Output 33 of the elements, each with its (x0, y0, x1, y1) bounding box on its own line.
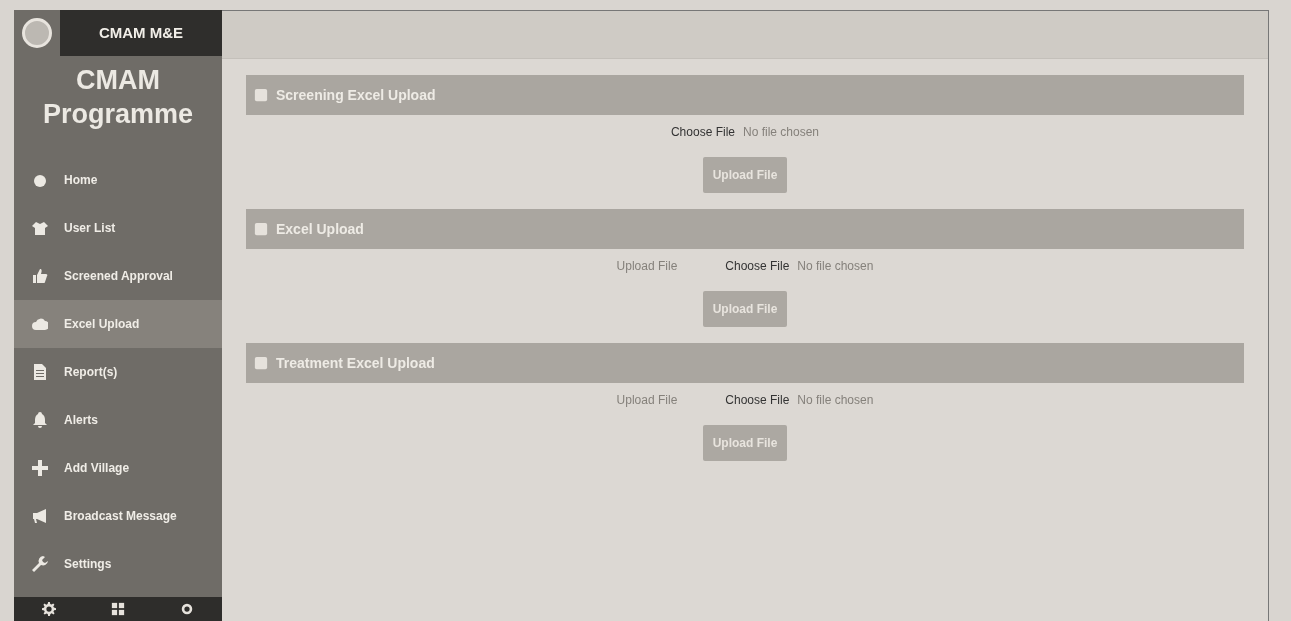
plus-icon (32, 459, 48, 476)
document-icon (32, 363, 48, 380)
sidebar-item[interactable]: Add Village (14, 443, 222, 492)
logo-icon (22, 18, 52, 48)
field-label: Upload File (616, 258, 678, 275)
choose-file-button[interactable]: Choose File (725, 391, 790, 409)
sidebar-item[interactable]: Alerts (14, 395, 222, 444)
panel-heading: Screening Excel Upload (246, 75, 1244, 115)
thumbs-up-icon (32, 267, 48, 284)
file-status: No file chosen (797, 392, 874, 409)
wrench-icon (32, 555, 48, 572)
sidebar-item[interactable]: Broadcast Message (14, 491, 222, 540)
settings-icon[interactable] (41, 602, 56, 616)
sidebar-item[interactable]: Screened Approval (14, 251, 222, 300)
sidebar-item[interactable]: User List (14, 203, 222, 252)
sidebar-item[interactable]: Report(s) (14, 347, 222, 396)
panel-heading: Excel Upload (246, 209, 1244, 249)
bell-icon (32, 411, 48, 428)
shirt-icon (32, 219, 48, 236)
sidebar-item[interactable]: Settings (14, 539, 222, 588)
megaphone-icon (32, 507, 48, 524)
file-status: No file chosen (797, 258, 874, 275)
sidebar-item[interactable]: Excel Upload (14, 299, 222, 348)
choose-file-button[interactable]: Choose File (725, 257, 790, 275)
power-icon[interactable] (180, 602, 195, 616)
grid-icon[interactable] (111, 602, 125, 616)
file-status: No file chosen (743, 124, 820, 141)
sidebar-item[interactable]: Home (14, 155, 222, 204)
sidebar-heading: CMAM Programme (41, 64, 195, 131)
choose-file-button[interactable]: Choose File (670, 123, 735, 141)
app-title: CMAM M&E (60, 10, 222, 56)
panel-heading: Treatment Excel Upload (246, 343, 1244, 383)
field-label: Upload File (616, 392, 678, 409)
